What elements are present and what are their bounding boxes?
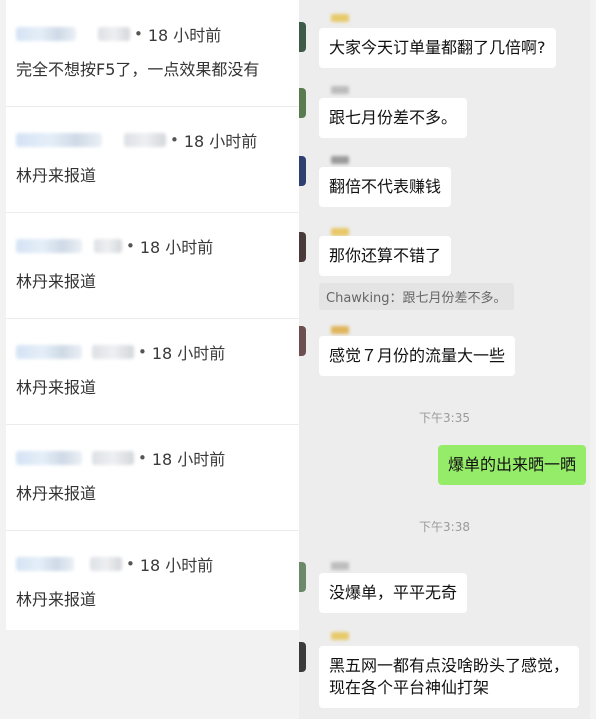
message-bubble[interactable]: 那你还算不错了 — [319, 236, 452, 276]
message-bubble[interactable]: 翻倍不代表赚钱 — [319, 167, 452, 207]
blurred-username — [16, 27, 76, 41]
list-item[interactable]: • 18 小时前 林丹来报道 — [6, 530, 299, 630]
comment-text: 林丹来报道 — [16, 272, 97, 291]
separator-dot: • — [126, 555, 135, 573]
message-bubble[interactable]: 跟七月份差不多。 — [319, 98, 468, 138]
comment-meta: • 18 小时前 — [16, 234, 213, 258]
avatar[interactable] — [299, 642, 306, 672]
message-bubble[interactable]: 黑五网一都有点没啥盼头了感觉， 现在各个平台神仙打架 — [319, 646, 580, 708]
comment-meta: • 18 小时前 — [16, 128, 257, 152]
comment-meta: • 18 小时前 — [16, 552, 213, 576]
blurred-nickname — [331, 632, 349, 640]
comment-time: 18 小时前 — [147, 26, 222, 45]
comment-meta: • 18 小时前 — [16, 340, 225, 364]
avatar[interactable] — [299, 232, 306, 262]
message-timestamp: 下午3:38 — [419, 520, 470, 534]
comment-time: 18 小时前 — [139, 238, 214, 257]
separator-dot: • — [138, 449, 147, 467]
avatar[interactable] — [299, 156, 306, 186]
message-timestamp: 下午3:35 — [419, 411, 470, 425]
blurred-username — [92, 345, 134, 359]
blurred-nickname — [331, 156, 349, 164]
blurred-username — [98, 27, 130, 41]
blurred-nickname — [331, 14, 349, 22]
comment-time: 18 小时前 — [139, 556, 214, 575]
blurred-username — [16, 239, 82, 253]
quoted-reply[interactable]: Chawking：跟七月份差不多。 — [319, 283, 514, 310]
message-line: 黑五网一都有点没啥盼头了感觉， — [329, 656, 570, 675]
comment-text: 林丹来报道 — [16, 484, 97, 503]
blurred-nickname — [331, 326, 349, 334]
comment-meta: • 18 小时前 — [16, 22, 221, 46]
comment-meta: • 18 小时前 — [16, 446, 225, 470]
blurred-username — [94, 239, 122, 253]
comment-time: 18 小时前 — [151, 344, 226, 363]
chat-panel: 大家今天订单量都翻了几倍啊? 跟七月份差不多。 翻倍不代表赚钱 那你还算不错了 … — [299, 0, 590, 719]
comment-text: 林丹来报道 — [16, 166, 97, 185]
separator-dot: • — [138, 343, 147, 361]
avatar[interactable] — [299, 326, 306, 356]
blurred-nickname — [331, 228, 349, 236]
list-item[interactable]: • 18 小时前 林丹来报道 — [6, 318, 299, 425]
list-item[interactable]: • 18 小时前 完全不想按F5了，一点效果都没有 — [6, 0, 299, 107]
blurred-username — [16, 557, 74, 571]
separator-dot: • — [170, 131, 179, 149]
comment-time: 18 小时前 — [183, 132, 258, 151]
comment-text: 林丹来报道 — [16, 378, 97, 397]
message-bubble[interactable]: 大家今天订单量都翻了几倍啊? — [319, 28, 556, 68]
comment-list: • 18 小时前 完全不想按F5了，一点效果都没有 • 18 小时前 林丹来报道… — [6, 0, 299, 630]
comment-text: 完全不想按F5了，一点效果都没有 — [16, 60, 260, 79]
avatar[interactable] — [299, 562, 306, 592]
avatar[interactable] — [299, 22, 306, 52]
message-line: 现在各个平台神仙打架 — [329, 678, 490, 697]
list-item[interactable]: • 18 小时前 林丹来报道 — [6, 106, 299, 213]
list-item[interactable]: • 18 小时前 林丹来报道 — [6, 212, 299, 319]
comment-time: 18 小时前 — [151, 450, 226, 469]
blurred-username — [92, 451, 134, 465]
blurred-username — [16, 133, 102, 147]
avatar[interactable] — [299, 88, 306, 118]
blurred-nickname — [331, 86, 349, 94]
blurred-nickname — [331, 562, 349, 570]
blurred-username — [90, 557, 122, 571]
list-item[interactable]: • 18 小时前 林丹来报道 — [6, 424, 299, 531]
comment-text: 林丹来报道 — [16, 590, 97, 609]
message-bubble[interactable]: 感觉７月份的流量大一些 — [319, 336, 516, 376]
message-bubble[interactable]: 没爆单，平平无奇 — [319, 573, 468, 613]
separator-dot: • — [126, 237, 135, 255]
blurred-username — [16, 345, 82, 359]
my-message-bubble[interactable]: 爆单的出来晒一晒 — [437, 445, 586, 485]
blurred-username — [16, 451, 82, 465]
blurred-username — [124, 133, 166, 147]
separator-dot: • — [134, 25, 143, 43]
